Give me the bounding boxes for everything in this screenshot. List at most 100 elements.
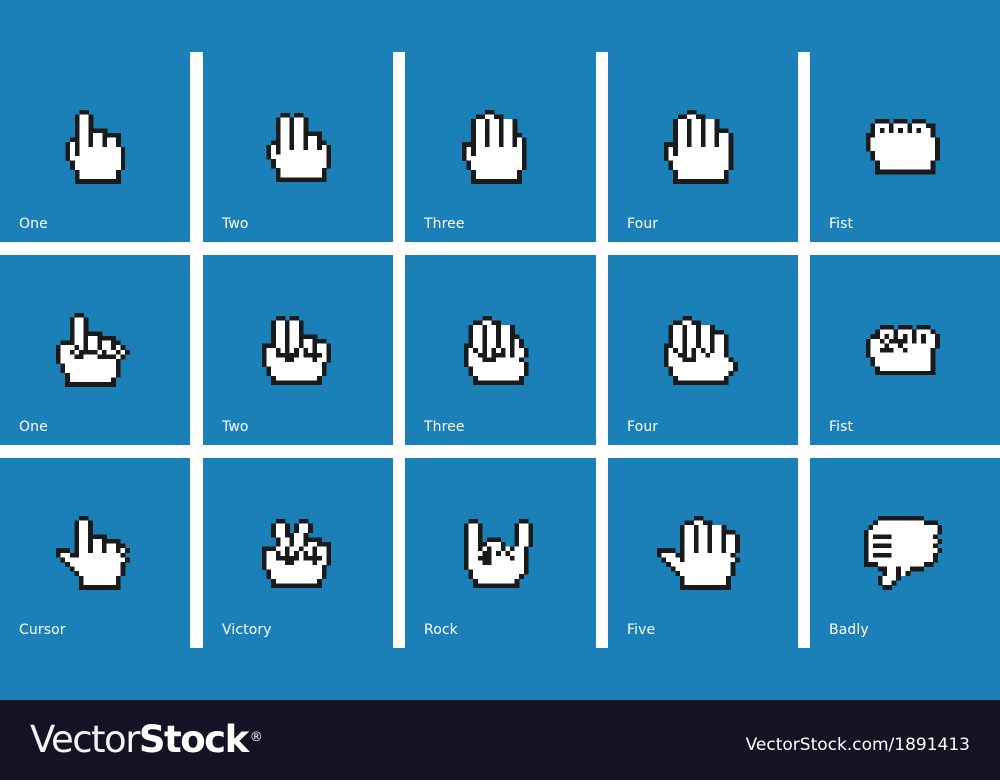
pixel-outline: [302, 333, 308, 339]
pixel-outline: [680, 585, 686, 590]
pixel-outline: [673, 320, 679, 325]
pixel-fill: [671, 552, 676, 558]
pixel-fill: [487, 320, 492, 325]
pixel-outline: [266, 153, 271, 159]
pixel-outline: [884, 119, 890, 125]
pixel-fill: [886, 529, 892, 535]
pixel-outline: [83, 179, 89, 184]
pixel-fill: [925, 151, 931, 157]
pixel-fill: [491, 573, 497, 579]
pixel-fill: [307, 569, 313, 574]
pixel-fill: [500, 555, 506, 561]
pixel-fill: [275, 163, 281, 168]
pixel-outline: [312, 343, 317, 348]
pixel-fill: [279, 536, 285, 542]
pixel-fill: [717, 543, 722, 549]
pixel-outline: [482, 324, 488, 330]
pixel-fill: [703, 543, 709, 549]
pixel-outline: [905, 516, 911, 522]
pixel-fill: [687, 160, 693, 166]
pixel-fill: [321, 347, 327, 353]
pixel-fill: [900, 543, 906, 549]
pixel-fill: [312, 149, 317, 155]
pixel-fill: [298, 569, 304, 574]
pixel-fill: [270, 144, 276, 150]
pixel-fill: [88, 566, 94, 572]
pixel-outline: [261, 546, 267, 551]
pixel-outline: [935, 151, 940, 157]
pixel-fill: [694, 557, 699, 563]
pixel-outline: [111, 382, 117, 387]
pixel-fill: [898, 356, 904, 362]
pixel-outline: [88, 543, 94, 549]
pixel-fill: [932, 539, 938, 545]
pixel-fill: [928, 557, 934, 563]
pixel-fill: [875, 352, 881, 358]
pixel-outline: [115, 349, 121, 355]
pixel-fill: [717, 525, 722, 531]
pixel-outline: [496, 379, 502, 385]
pixel-fill: [719, 174, 725, 180]
pixel-outline: [916, 370, 922, 376]
pixel-outline: [523, 559, 529, 565]
pixel-outline: [83, 585, 89, 590]
pixel-fill: [106, 174, 112, 180]
pixel-fill: [719, 142, 725, 148]
pixel-outline: [873, 520, 878, 526]
pixel-fill: [682, 165, 688, 171]
pixel-fill: [289, 573, 294, 579]
pixel-fill: [507, 137, 513, 143]
pixel-outline: [673, 169, 679, 175]
pixel-fill: [316, 366, 322, 371]
pixel-fill: [898, 165, 904, 171]
pixel-fill: [870, 352, 876, 358]
pixel-fill: [714, 169, 720, 175]
pixel-fill: [916, 146, 922, 152]
pixel-outline: [710, 324, 716, 330]
pixel-fill: [284, 140, 290, 145]
pixel-outline: [115, 179, 121, 184]
pixel-outline: [898, 128, 904, 134]
pixel-outline: [912, 338, 918, 344]
pixel-outline: [266, 573, 271, 579]
pixel-fill: [493, 119, 499, 125]
pixel-fill: [470, 160, 476, 166]
pixel-fill: [316, 559, 322, 565]
pixel-outline: [863, 557, 869, 563]
pixel-fill: [723, 356, 729, 362]
pixel-fill: [468, 546, 474, 551]
pixel-fill: [505, 573, 511, 579]
pixel-fill: [487, 352, 492, 358]
pixel-fill: [712, 548, 718, 554]
pixel-fill: [289, 569, 294, 574]
pixel-outline: [115, 539, 121, 545]
pixel-fill: [884, 151, 890, 157]
pixel-outline: [691, 320, 697, 325]
pixel-outline: [97, 382, 103, 387]
pixel-outline: [677, 379, 683, 385]
pixel-outline: [523, 555, 529, 561]
pixel-fill: [884, 142, 890, 148]
pixel-fill: [691, 137, 697, 143]
pixel-fill: [519, 569, 525, 574]
pixel-outline: [270, 329, 276, 335]
pixel-fill: [293, 541, 299, 547]
pixel-fill: [519, 555, 525, 561]
pixel-outline: [689, 520, 695, 526]
pixel-fill: [684, 543, 690, 549]
pixel-outline: [523, 550, 529, 556]
pixel-outline: [74, 174, 80, 180]
pixel-fill: [510, 559, 515, 565]
pixel-fill: [730, 534, 736, 540]
pixel-outline: [289, 126, 294, 132]
pixel-fill: [489, 137, 495, 143]
pixel-fill: [473, 370, 479, 376]
pixel-fill: [302, 559, 308, 565]
pixel-outline: [500, 546, 506, 551]
pixel-fill: [682, 137, 688, 143]
pixel-outline: [491, 582, 497, 588]
pixel-fill: [703, 534, 709, 540]
pixel-outline: [60, 557, 66, 563]
pixel-outline: [496, 333, 502, 339]
pixel-fill: [500, 343, 506, 348]
